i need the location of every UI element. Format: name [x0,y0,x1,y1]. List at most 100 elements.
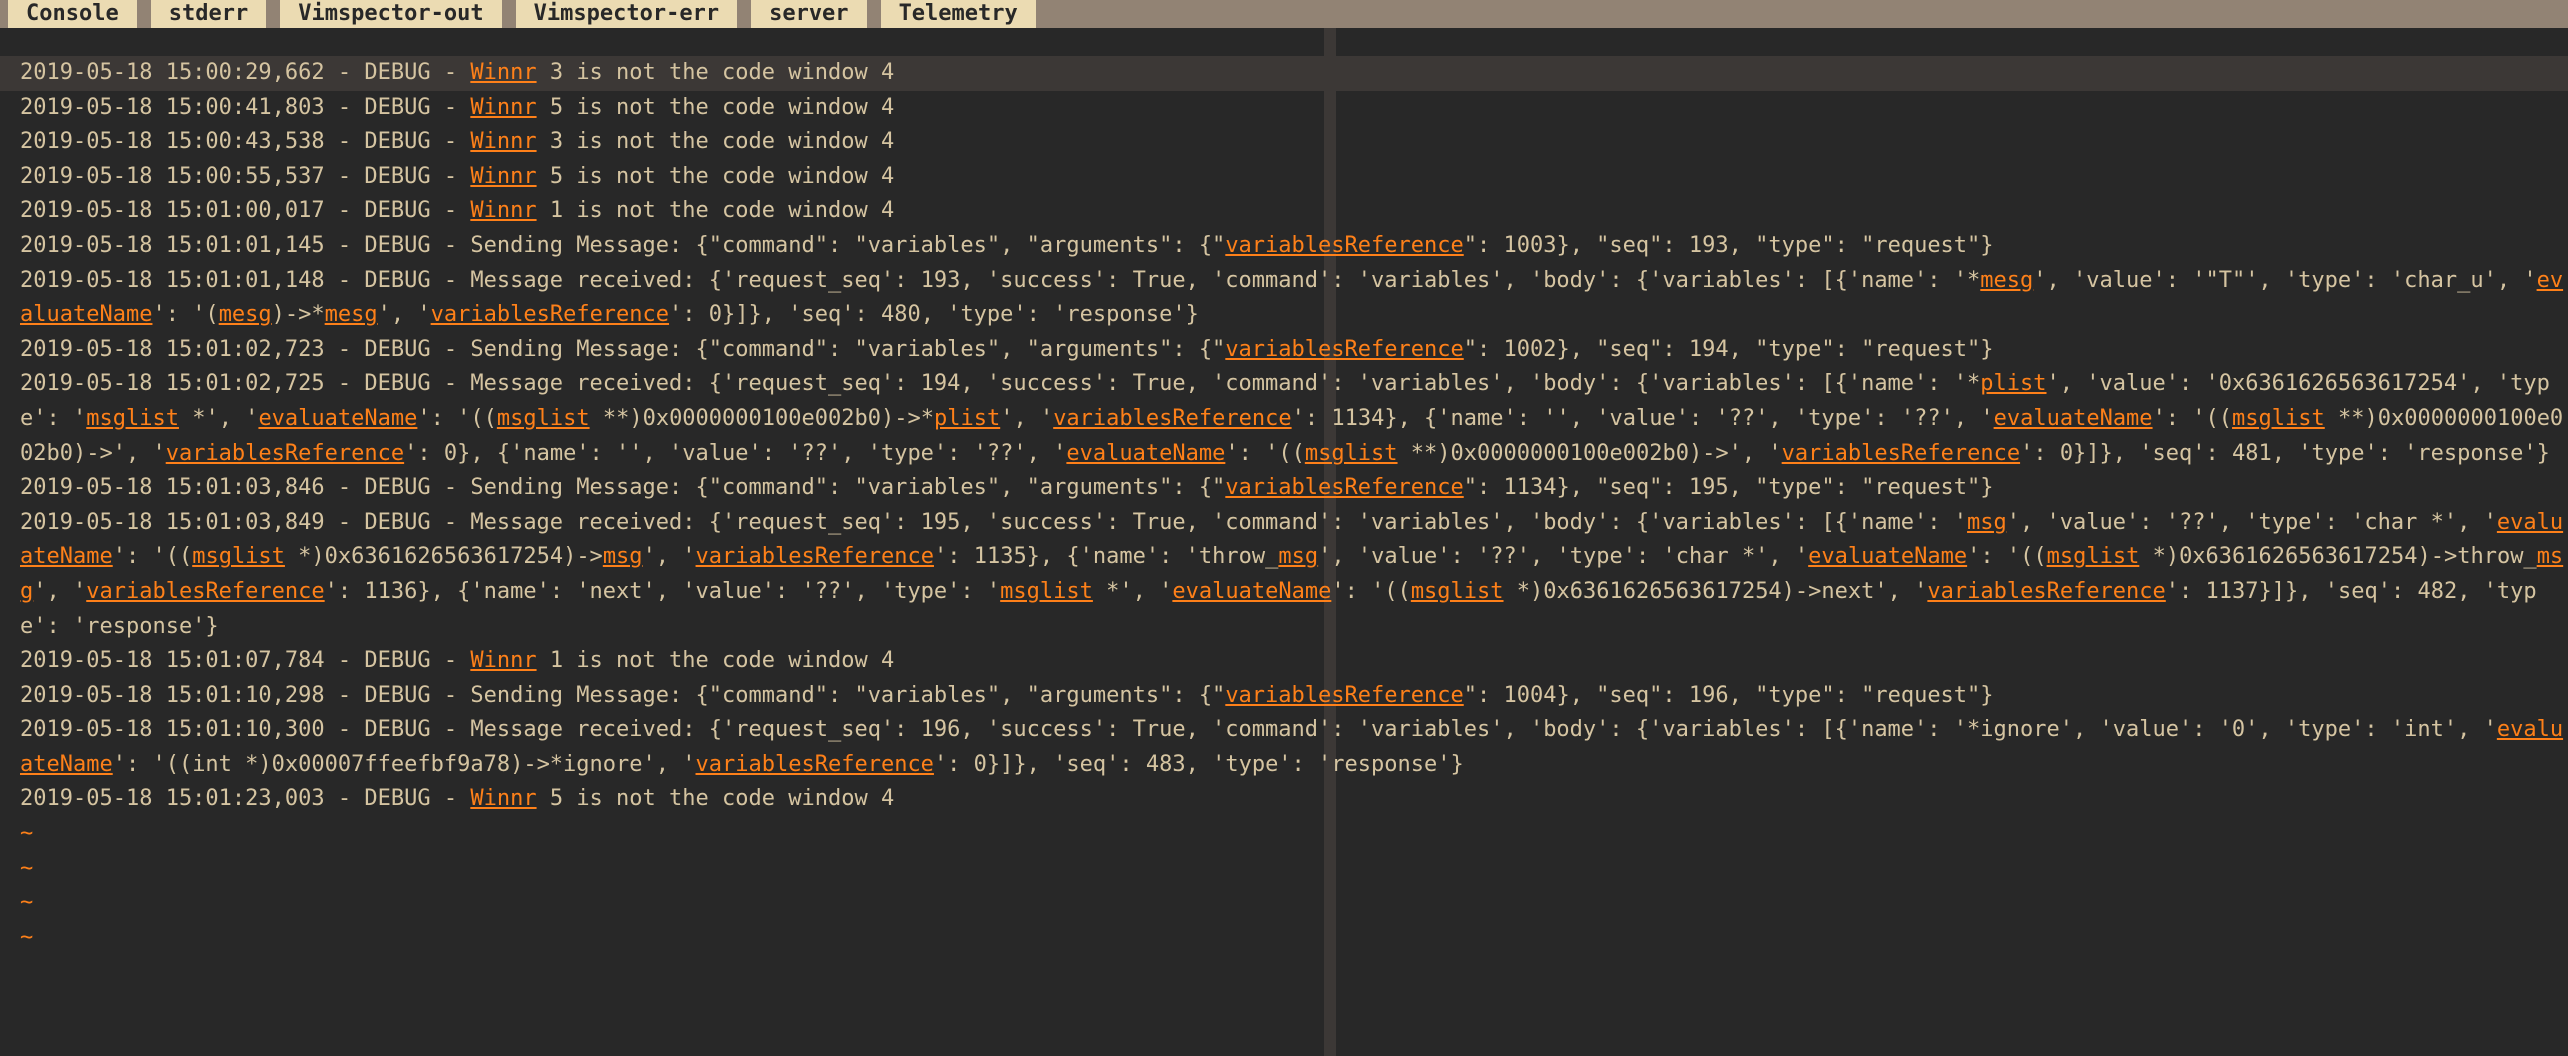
log-text: 5 is not the code window 4 [537,786,895,811]
log-text: *)0x6361626563617254)-> [285,544,603,569]
log-text: *', ' [1093,579,1172,604]
log-text: ', 'value': '??', 'type': 'char *', ' [1318,544,1808,569]
log-text: ': 1135}, {'name': 'throw_ [934,544,1278,569]
log-text: Winnr [470,786,536,811]
log-text: Winnr [470,198,536,223]
log-text: *)0x6361626563617254)->next', ' [1504,579,1928,604]
log-text: variablesReference [431,302,669,327]
log-text: *', ' [179,406,258,431]
log-text: Winnr [470,60,536,85]
log-text: ', ' [1000,406,1053,431]
empty-line-tilde: ~ [20,925,33,950]
log-text: ', 'value': '??', 'type': 'char *', ' [2007,510,2497,535]
tab-console[interactable]: Console [8,0,137,28]
log-text: evaluateName [1808,544,1967,569]
log-text: ": 1134}, "seq": 195, "type": "request"} [1464,475,1994,500]
log-text: evaluateName [1994,406,2153,431]
log-text: 2019-05-18 15:00:43,538 - DEBUG - [20,129,470,154]
empty-line-tilde: ~ [20,890,33,915]
log-text: 2019-05-18 15:01:10,298 - DEBUG - Sendin… [20,683,1225,708]
log-text: plist [1980,371,2046,396]
log-text: ": 1004}, "seq": 196, "type": "request"} [1464,683,1994,708]
log-text: msglist [497,406,590,431]
log-text: 2019-05-18 15:01:07,784 - DEBUG - [20,648,470,673]
log-text: 1 is not the code window 4 [537,648,895,673]
log-text: msg [1278,544,1318,569]
log-text: evaluateName [258,406,417,431]
log-text: variablesReference [1927,579,2165,604]
log-text: ': '(( [1331,579,1410,604]
log-text: ', ' [643,544,696,569]
log-text: msglist [1000,579,1093,604]
log-text: variablesReference [1782,441,2020,466]
log-text: msg [1967,510,2007,535]
log-text: ': 0}, {'name': '', 'value': '??', 'type… [404,441,1066,466]
log-text: ', 'value': '"T"', 'type': 'char_u', ' [2033,268,2536,293]
log-text: 1 is not the code window 4 [537,198,895,223]
log-text: msglist [2232,406,2325,431]
log-text: msg [603,544,643,569]
log-text: *)0x6361626563617254)->throw_ [2139,544,2536,569]
log-text: 3 is not the code window 4 [537,60,895,85]
log-text: plist [934,406,1000,431]
log-text: 3 is not the code window 4 [537,129,895,154]
log-text: 2019-05-18 15:01:02,725 - DEBUG - Messag… [20,371,1980,396]
log-text: ': '(( [1967,544,2046,569]
log-text: ': '(( [2153,406,2232,431]
tab-stderr[interactable]: stderr [151,0,266,28]
log-text: 2019-05-18 15:01:03,846 - DEBUG - Sendin… [20,475,1225,500]
log-text: evaluateName [1066,441,1225,466]
log-text: ': '((int *)0x00007ffeefbf9a78)->*ignore… [113,752,696,777]
log-text: variablesReference [1225,233,1463,258]
log-text: 2019-05-18 15:01:03,849 - DEBUG - Messag… [20,510,1967,535]
log-text: mesg [219,302,272,327]
log-text: evaluateName [1172,579,1331,604]
log-text: variablesReference [86,579,324,604]
log-text: ": 1002}, "seq": 194, "type": "request"} [1464,337,1994,362]
empty-line-tilde: ~ [20,856,33,881]
log-text: ', ' [378,302,431,327]
tab-vimspector-err[interactable]: Vimspector-err [516,0,737,28]
log-text: 2019-05-18 15:01:10,300 - DEBUG - Messag… [20,717,2497,742]
log-text: Winnr [470,95,536,120]
log-text: ', ' [33,579,86,604]
log-text: msglist [1411,579,1504,604]
log-text: variablesReference [1225,337,1463,362]
log-text: Winnr [470,164,536,189]
log-text: ': 1134}, {'name': '', 'value': '??', 't… [1292,406,1994,431]
log-text: 5 is not the code window 4 [537,95,895,120]
log-text: ': '(( [417,406,496,431]
log-text: 2019-05-18 15:00:55,537 - DEBUG - [20,164,470,189]
log-text: 5 is not the code window 4 [537,164,895,189]
log-text: mesg [325,302,378,327]
log-buffer[interactable]: 2019-05-18 15:00:29,662 - DEBUG - Winnr … [0,56,2568,955]
log-text: ': '(( [113,544,192,569]
log-text: 2019-05-18 15:01:02,723 - DEBUG - Sendin… [20,337,1225,362]
tab-vimspector-out[interactable]: Vimspector-out [280,0,501,28]
log-text: ': '(( [1225,441,1304,466]
log-text: ': '( [152,302,218,327]
log-text: variablesReference [1225,683,1463,708]
log-text: variablesReference [166,441,404,466]
log-text: msglist [86,406,179,431]
log-text: 2019-05-18 15:01:01,148 - DEBUG - Messag… [20,268,1980,293]
log-text: variablesReference [696,752,934,777]
log-text: Winnr [470,129,536,154]
log-text: 2019-05-18 15:01:00,017 - DEBUG - [20,198,470,223]
log-text: ": 1003}, "seq": 193, "type": "request"} [1464,233,1994,258]
tab-server[interactable]: server [751,0,866,28]
log-text: msglist [192,544,285,569]
log-text: variablesReference [1225,475,1463,500]
log-text: 2019-05-18 15:00:29,662 - DEBUG - [20,60,470,85]
log-text: msglist [1305,441,1398,466]
tab-bar: Console stderr Vimspector-out Vimspector-er… [0,0,2568,28]
log-text: **)0x0000000100e002b0)->* [590,406,934,431]
log-text: ': 0}]}, 'seq': 481, 'type': 'response'} [2020,441,2550,466]
tab-telemetry[interactable]: Telemetry [881,0,1036,28]
log-text: mesg [1980,268,2033,293]
log-text: variablesReference [1053,406,1291,431]
log-text: 2019-05-18 15:01:01,145 - DEBUG - Sendin… [20,233,1225,258]
log-text: **)0x0000000100e002b0)->', ' [1398,441,1782,466]
log-text: 2019-05-18 15:01:23,003 - DEBUG - [20,786,470,811]
log-text: ': 0}]}, 'seq': 480, 'type': 'response'} [669,302,1199,327]
